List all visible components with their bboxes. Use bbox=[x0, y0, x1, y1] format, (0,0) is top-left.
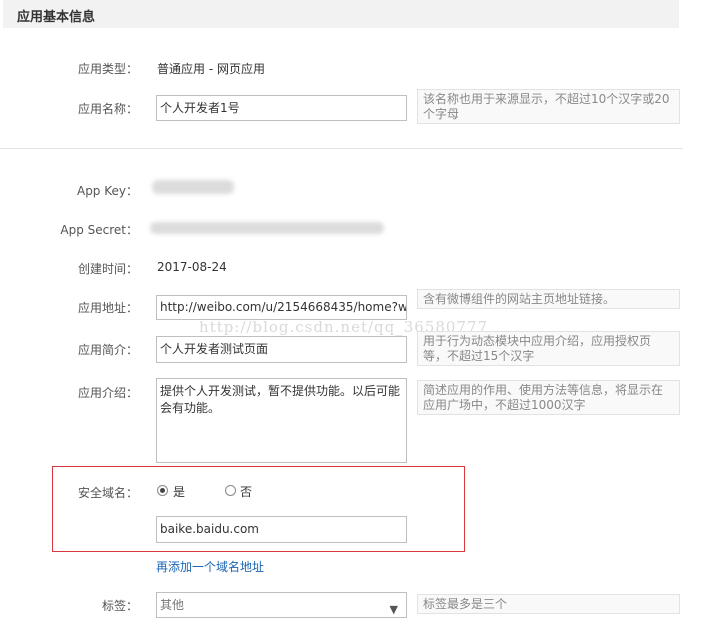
tags-selected-value: 其他 bbox=[160, 598, 185, 612]
app-secret-label: App Secret： bbox=[60, 223, 138, 237]
app-key-blurred-value bbox=[152, 180, 234, 194]
add-domain-link[interactable]: 再添加一个域名地址 bbox=[156, 558, 264, 575]
app-type-label: 应用类型： bbox=[77, 62, 138, 76]
app-type-value: 普通应用 - 网页应用 bbox=[157, 62, 265, 76]
app-url-label: 应用地址： bbox=[77, 301, 138, 315]
tags-hint: 标签最多是三个 bbox=[417, 594, 680, 614]
chevron-down-icon: ▼ bbox=[389, 603, 398, 616]
app-summary-label: 应用简介： bbox=[77, 343, 138, 357]
app-summary-hint: 用于行为动态模块中应用介绍，应用授权页等，不超过15个汉字 bbox=[417, 331, 680, 366]
secure-domain-yes-radio[interactable] bbox=[157, 485, 168, 496]
app-url-hint: 含有微博组件的网站主页地址链接。 bbox=[417, 289, 680, 309]
section-header: 应用基本信息 bbox=[3, 0, 679, 28]
app-key-label: App Key： bbox=[76, 184, 138, 198]
created-value: 2017-08-24 bbox=[157, 260, 227, 274]
created-label: 创建时间： bbox=[77, 262, 138, 276]
secure-domain-no-label[interactable]: 否 bbox=[240, 483, 252, 500]
app-url-input[interactable]: http://weibo.com/u/2154668435/home?wvr=5 bbox=[156, 295, 407, 320]
tags-select[interactable]: 其他 ▼ bbox=[156, 592, 407, 618]
app-name-label: 应用名称： bbox=[77, 102, 138, 116]
secure-domain-label: 安全域名： bbox=[77, 486, 138, 500]
app-summary-input[interactable]: 个人开发者测试页面 bbox=[156, 336, 407, 363]
app-name-hint: 该名称也用于来源显示，不超过10个汉字或20个字母 bbox=[417, 89, 680, 124]
secure-domain-no-radio[interactable] bbox=[225, 485, 236, 496]
tags-label: 标签： bbox=[101, 599, 138, 613]
app-intro-hint: 简述应用的作用、使用方法等信息，将显示在应用广场中，不超过1000汉字 bbox=[417, 380, 680, 415]
app-intro-textarea[interactable]: 提供个人开发测试，暂不提供功能。以后可能会有功能。 bbox=[156, 378, 407, 463]
app-secret-blurred-value bbox=[150, 222, 384, 234]
secure-domain-yes-label[interactable]: 是 bbox=[173, 483, 185, 500]
section-title: 应用基本信息 bbox=[17, 10, 96, 25]
app-name-input[interactable]: 个人开发者1号 bbox=[156, 95, 407, 121]
domain-input[interactable]: baike.baidu.com bbox=[156, 516, 407, 543]
divider bbox=[0, 148, 683, 149]
app-intro-label: 应用介绍： bbox=[77, 386, 138, 400]
